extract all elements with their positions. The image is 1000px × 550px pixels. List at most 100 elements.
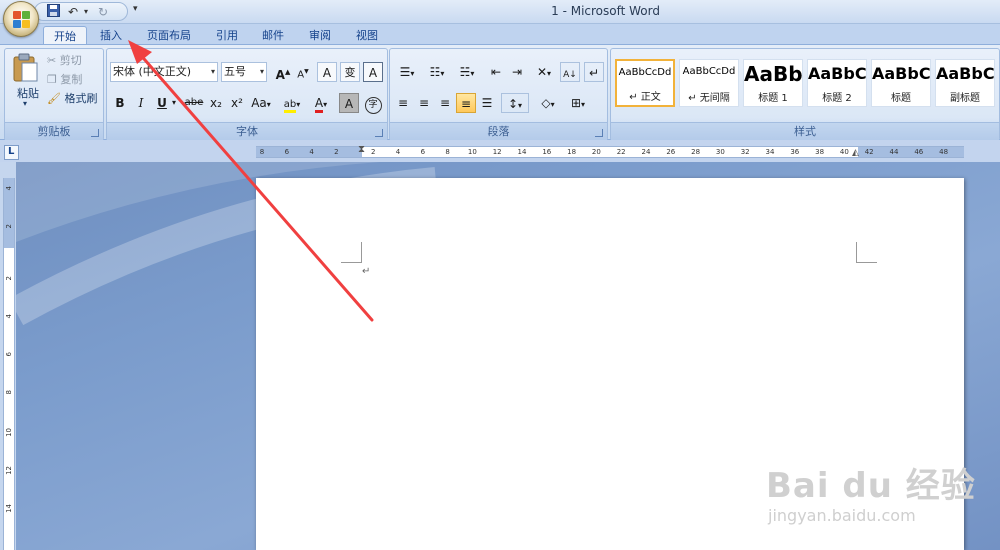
- ruler-tick-label: 40: [839, 148, 849, 156]
- ruler-tick-label: 46: [914, 148, 924, 156]
- style-sample: AaBbC: [808, 64, 866, 83]
- style-sample: AaBbC: [936, 64, 994, 83]
- ruler-tick-label: 4: [5, 186, 13, 191]
- dialog-launcher-icon[interactable]: [375, 129, 383, 137]
- styles-group: AaBbCcDd ↵ 正文 AaBbCcDd ↵ 无间隔 AaBb 标题 1 A…: [610, 48, 1000, 141]
- style-no-spacing[interactable]: AaBbCcDd ↵ 无间隔: [679, 59, 739, 107]
- char-border-button[interactable]: A: [363, 62, 383, 82]
- pinyin-guide-button[interactable]: 变: [340, 62, 360, 82]
- tab-home[interactable]: 开始: [43, 26, 87, 46]
- paste-button[interactable]: 粘贴 ▾: [11, 53, 41, 109]
- margin-corner-marker: [856, 242, 877, 263]
- style-sample: AaBbCcDd: [682, 66, 736, 77]
- ruler-tick-label: 22: [616, 148, 626, 156]
- bold-button[interactable]: B: [110, 93, 130, 113]
- font-name-select[interactable]: 宋体 (中文正文) ▾: [110, 62, 218, 82]
- distribute-button[interactable]: ☰: [477, 93, 497, 113]
- increase-indent-button[interactable]: ⇥: [507, 62, 527, 82]
- ruler-tick-label: 6: [5, 352, 13, 357]
- sort-button[interactable]: A↓: [560, 62, 580, 82]
- tab-references[interactable]: 引用: [208, 26, 246, 45]
- clipboard-group: 粘贴 ▾ ✂ 剪切 ❐ 复制 🖌 格式刷 剪贴板: [4, 48, 104, 141]
- ruler-tick-label: 6: [284, 148, 290, 156]
- ruler-tick-label: 10: [5, 428, 13, 437]
- highlighter-icon: ab: [283, 99, 297, 113]
- style-name: 标题 1: [758, 93, 788, 104]
- undo-dropdown-icon[interactable]: ▾: [81, 4, 91, 20]
- cut-button[interactable]: ✂ 剪切: [47, 51, 82, 71]
- tab-insert[interactable]: 插入: [92, 26, 130, 45]
- shrink-font-button[interactable]: A▼: [293, 62, 313, 82]
- style-name: 副标题: [950, 93, 980, 104]
- style-normal[interactable]: AaBbCcDd ↵ 正文: [615, 59, 675, 107]
- indent-marker-icon[interactable]: ⧗: [358, 144, 365, 155]
- redo-icon[interactable]: ↻: [95, 4, 111, 20]
- style-subtitle[interactable]: AaBbC 副标题: [935, 59, 995, 107]
- styles-group-label: 样式: [611, 122, 999, 140]
- format-painter-button[interactable]: 🖌 格式刷: [47, 89, 97, 109]
- tab-mailings[interactable]: 邮件: [254, 26, 292, 45]
- align-left-button[interactable]: ≡: [393, 93, 413, 113]
- right-indent-icon[interactable]: ◭: [852, 148, 859, 158]
- ruler-tick-label: 8: [445, 148, 450, 156]
- align-center-button[interactable]: ≡: [414, 93, 434, 113]
- sort-icon: A↓: [563, 70, 577, 80]
- font-name-value: 宋体 (中文正文): [113, 65, 192, 78]
- char-shading-button[interactable]: A: [339, 93, 359, 113]
- show-marks-button[interactable]: ↵: [584, 62, 604, 82]
- office-button[interactable]: [3, 1, 39, 37]
- tab-review[interactable]: 审阅: [301, 26, 339, 45]
- tab-view[interactable]: 视图: [348, 26, 386, 45]
- justify-icon: ≡: [460, 97, 472, 111]
- dialog-launcher-icon[interactable]: [595, 129, 603, 137]
- decrease-indent-button[interactable]: ⇤: [486, 62, 506, 82]
- change-case-button[interactable]: Aa▾: [249, 93, 273, 113]
- subscript-button[interactable]: x₂: [206, 93, 226, 113]
- tab-page-layout[interactable]: 页面布局: [140, 26, 198, 45]
- align-right-button[interactable]: ≡: [435, 93, 455, 113]
- strikethrough-button[interactable]: abe: [183, 93, 205, 113]
- increase-indent-icon: ⇥: [511, 65, 523, 79]
- ruler-tick-label: 14: [5, 504, 13, 513]
- brush-icon: 🖌: [47, 92, 61, 105]
- undo-icon[interactable]: ↶: [65, 4, 81, 20]
- style-title[interactable]: AaBbC 标题: [871, 59, 931, 107]
- numbering-button[interactable]: ☷▾: [423, 62, 451, 82]
- numbered-list-icon: ☷: [429, 65, 441, 79]
- vertical-ruler[interactable]: 4 2 2 4 6 8 10 12 14: [3, 178, 15, 550]
- chinese-layout-button[interactable]: ✕▾: [530, 62, 558, 82]
- enclose-char-button[interactable]: 字: [363, 93, 383, 114]
- pilcrow-icon: ↵: [588, 66, 600, 80]
- ruler-tick-label: 12: [492, 148, 502, 156]
- clear-format-button[interactable]: A: [317, 62, 337, 82]
- justify-button[interactable]: ≡: [456, 93, 476, 113]
- ruler-tick-label: 20: [591, 148, 601, 156]
- font-size-select[interactable]: 五号 ▾: [221, 62, 267, 82]
- dialog-launcher-icon[interactable]: [91, 129, 99, 137]
- style-name: ↵ 正文: [629, 92, 661, 103]
- bullets-button[interactable]: ☰▾: [393, 62, 421, 82]
- char-border-icon: A: [368, 66, 378, 80]
- italic-button[interactable]: I: [131, 93, 151, 113]
- borders-button[interactable]: ⊞▾: [564, 93, 592, 113]
- grow-font-button[interactable]: A▲: [273, 62, 293, 82]
- multilevel-list-icon: ☵: [459, 65, 471, 79]
- highlight-button[interactable]: ab▾: [279, 93, 305, 113]
- copy-button[interactable]: ❐ 复制: [47, 70, 82, 90]
- underline-dropdown-icon[interactable]: ▾: [169, 93, 179, 113]
- line-spacing-button[interactable]: ↕▾: [501, 93, 529, 113]
- multilevel-list-button[interactable]: ☵▾: [453, 62, 481, 82]
- horizontal-ruler[interactable]: 8 6 4 2 2 4 6 8 10 12 14 16 18 20 22 24 26 28 30 32 34 36 38 40…: [256, 144, 964, 158]
- tab-selector-button[interactable]: L: [4, 145, 19, 160]
- chevron-down-icon: ▾: [210, 67, 215, 76]
- ruler-tick-label: 18: [567, 148, 577, 156]
- quick-access-toolbar: ↶ ▾ ↻: [34, 2, 128, 21]
- save-icon[interactable]: [45, 4, 61, 20]
- customize-qat-icon[interactable]: ▾: [133, 4, 138, 14]
- shading-button[interactable]: ◇▾: [534, 93, 562, 113]
- paragraph-group: ☰▾ ☷▾ ☵▾ ⇤ ⇥ ✕▾ A↓ ↵ ≡ ≡ ≡ ≡ ☰ ↕▾ ◇▾ ⊞▾ …: [389, 48, 608, 141]
- font-color-button[interactable]: A▾: [308, 93, 334, 113]
- style-heading-1[interactable]: AaBb 标题 1: [743, 59, 803, 107]
- superscript-button[interactable]: x²: [227, 93, 247, 113]
- style-heading-2[interactable]: AaBbC 标题 2: [807, 59, 867, 107]
